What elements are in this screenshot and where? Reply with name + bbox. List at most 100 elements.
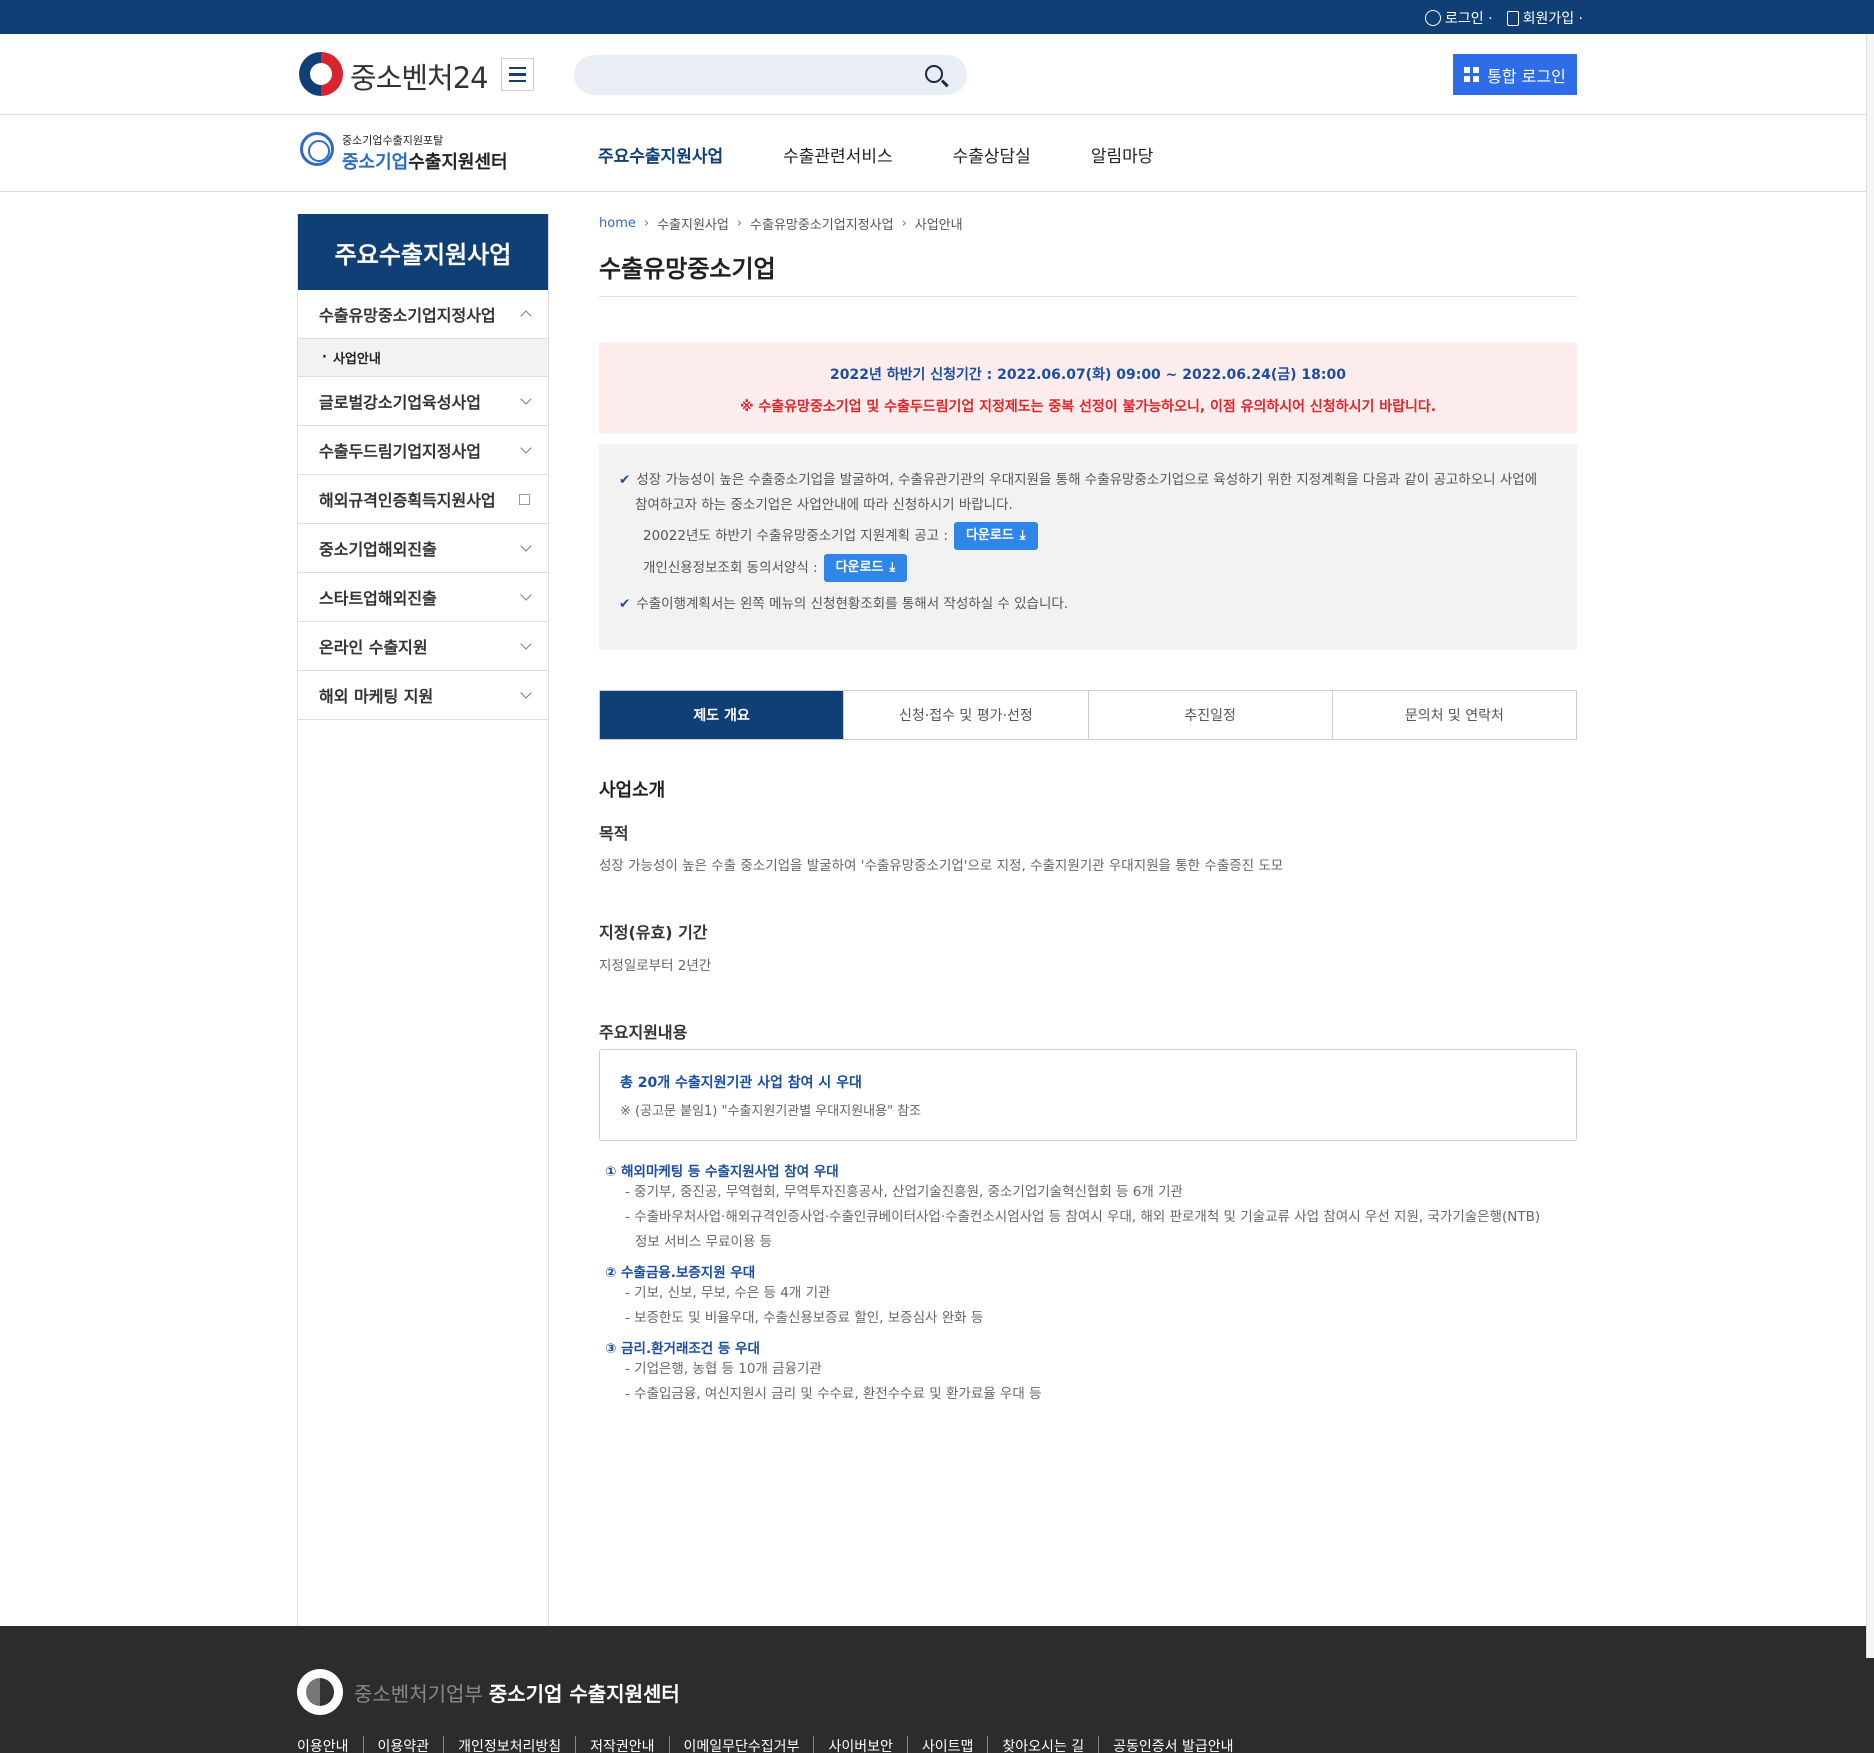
search-icon[interactable]	[925, 65, 943, 83]
footer-link[interactable]: 이메일무단수집거부	[670, 1736, 815, 1753]
center-logo-subtitle: 중소기업수출지원포탈	[342, 134, 444, 147]
support-item-line: - 수출바우처사업·해외규격인증사업·수출인큐베이터사업·수출컨소시엄사업 등 …	[625, 1209, 1541, 1225]
breadcrumb-item[interactable]: 수출지원사업	[657, 214, 729, 233]
center-logo[interactable]: 중소기업수출지원포탈 중소기업수출지원센터	[300, 132, 508, 174]
support-summary-box: 총 20개 수출지원기관 사업 참여 시 우대 ※ (공고문 붙임1) "수출지…	[599, 1049, 1577, 1141]
page-title: 수출유망중소기업	[599, 249, 1577, 297]
period-text: 지정일로부터 2년간	[599, 958, 712, 974]
check-icon: ✔	[619, 472, 631, 488]
sidebar-item-marketing[interactable]: 해외 마케팅 지원	[298, 671, 548, 720]
sidebar-item-export-promising[interactable]: 수출유망중소기업지정사업	[298, 290, 548, 339]
center-logo-title: 중소기업수출지원센터	[342, 152, 508, 173]
section-title-intro: 사업소개	[599, 780, 666, 801]
chevron-down-icon	[520, 540, 532, 552]
support-item-line: - 기업은행, 농협 등 10개 금융기관	[625, 1361, 822, 1377]
header: 중소벤처24 통합 로그인	[0, 34, 1874, 115]
gnb-item-consulting[interactable]: 수출상담실	[953, 142, 1031, 167]
download-icon: ⤓	[1019, 528, 1026, 543]
main-content: home › 수출지원사업 › 수출유망중소기업지정사업 › 사업안내 수출유망중소기…	[599, 214, 1577, 1402]
breadcrumb-item[interactable]: 수출유망중소기업지정사업	[750, 214, 894, 233]
support-item-title: ③ 금리.환거래조건 등 우대	[605, 1341, 760, 1357]
notice-period: 2022년 하반기 신청기간 : 2022.06.07(화) 09:00 ~ 2…	[830, 367, 1346, 383]
purpose-title: 목적	[599, 824, 629, 843]
gnb-item-main-support[interactable]: 주요수출지원사업	[598, 142, 723, 167]
chevron-down-icon	[520, 638, 532, 650]
top-utility-bar: 로그인 · 회원가입 ·	[0, 0, 1874, 34]
sidebar-item-certification[interactable]: 해외규격인증획득지원사업	[298, 475, 548, 524]
support-title: 주요지원내용	[599, 1023, 688, 1042]
support-items: ① 해외마케팅 등 수출지원사업 참여 우대 - 중기부, 중진공, 무역협회,…	[605, 1154, 1575, 1407]
footer: 중소벤처기업부 중소기업 수출지원센터 이용안내 이용약관 개인정보처리방침 저작…	[0, 1626, 1874, 1753]
grid-icon	[1464, 67, 1480, 82]
content-tabs: 제도 개요 신청·접수 및 평가·선정 추진일정 문의처 및 연락처	[599, 690, 1577, 740]
footer-link[interactable]: 이용안내	[297, 1736, 364, 1753]
search-box	[574, 55, 967, 95]
sidebar-item-global[interactable]: 글로벌강소기업육성사업	[298, 377, 548, 426]
sidebar-item-startup-overseas[interactable]: 스타트업해외진출	[298, 573, 548, 622]
sidebar-item-doodream[interactable]: 수출두드림기업지정사업	[298, 426, 548, 475]
support-summary-note: ※ (공고문 붙임1) "수출지원기관별 우대지원내용" 참조	[620, 1104, 922, 1119]
footer-link[interactable]: 저작권안내	[576, 1736, 670, 1753]
footer-link[interactable]: 사이트맵	[908, 1736, 989, 1753]
tab-overview[interactable]: 제도 개요	[600, 691, 845, 739]
tab-schedule[interactable]: 추진일정	[1089, 691, 1333, 739]
support-item-line: - 보증한도 및 비율우대, 수출신용보증료 할인, 보증심사 완화 등	[625, 1310, 984, 1326]
chevron-down-icon	[520, 687, 532, 699]
document-icon	[1506, 10, 1519, 26]
notice-warning: ※ 수출유망중소기업 및 수출두드림기업 지정제도는 중복 선정이 불가능하오니…	[739, 399, 1437, 415]
sidebar-item-online[interactable]: 온라인 수출지원	[298, 622, 548, 671]
breadcrumb: home › 수출지원사업 › 수출유망중소기업지정사업 › 사업안내	[599, 214, 963, 233]
download-button-consent[interactable]: 다운로드 ⤓	[823, 554, 908, 582]
page-scrollbar[interactable]	[1866, 34, 1874, 1658]
support-item-title: ② 수출금융.보증지원 우대	[605, 1265, 756, 1281]
footer-link[interactable]: 공동인증서 발급안내	[1099, 1736, 1247, 1753]
tab-contact[interactable]: 문의처 및 연락처	[1333, 691, 1576, 739]
taegeuk-logo-icon[interactable]	[299, 52, 343, 96]
footer-org: 중소벤처기업부 중소기업 수출지원센터	[354, 1682, 680, 1706]
user-icon	[1425, 10, 1442, 26]
support-summary-title: 총 20개 수출지원기관 사업 참여 시 우대	[620, 1075, 862, 1091]
utility-links: 로그인 · 회원가입 ·	[1425, 8, 1583, 28]
support-item-line: - 기보, 신보, 무보, 수은 등 4개 기관	[625, 1285, 831, 1301]
site-logo-text[interactable]: 중소벤처24	[350, 55, 489, 97]
hamburger-menu-button[interactable]	[501, 58, 534, 91]
gnb-item-services[interactable]: 수출관련서비스	[783, 142, 892, 167]
gnb-item-notices[interactable]: 알림마당	[1091, 142, 1154, 167]
tab-application[interactable]: 신청·접수 및 평가·선정	[844, 691, 1089, 739]
integrated-login-button[interactable]: 통합 로그인	[1453, 54, 1577, 95]
period-title: 지정(유효) 기간	[599, 923, 708, 942]
login-link[interactable]: 로그인 ·	[1425, 8, 1493, 28]
purpose-text: 성장 가능성이 높은 수출 중소기업을 발굴하여 '수출유망중소기업'으로 지정…	[599, 858, 1284, 874]
breadcrumb-home[interactable]: home	[599, 216, 636, 231]
support-item-title: ① 해외마케팅 등 수출지원사업 참여 우대	[605, 1164, 839, 1180]
external-link-icon	[519, 493, 530, 505]
footer-links: 이용안내 이용약관 개인정보처리방침 저작권안내 이메일무단수집거부 사이버보안…	[297, 1736, 1247, 1753]
footer-link[interactable]: 개인정보처리방침	[444, 1736, 577, 1753]
left-sidebar: 주요수출지원사업 수출유망중소기업지정사업 사업안내 글로벌강소기업육성사업 수…	[297, 214, 549, 1626]
download-icon: ⤓	[889, 560, 896, 575]
support-item-line: - 중기부, 중진공, 무역협회, 무역투자진흥공사, 산업기술진흥원, 중소기…	[625, 1184, 1183, 1200]
global-navigation: 중소기업수출지원포탈 중소기업수출지원센터 주요수출지원사업 수출관련서비스 수…	[0, 115, 1874, 192]
support-item-line: 정보 서비스 무료이용 등	[635, 1234, 773, 1250]
check-icon: ✔	[619, 596, 631, 612]
footer-link[interactable]: 사이버보안	[814, 1736, 908, 1753]
sidebar-title: 주요수출지원사업	[298, 214, 548, 290]
signup-link[interactable]: 회원가입 ·	[1506, 8, 1583, 28]
breadcrumb-current: 사업안내	[914, 218, 963, 233]
chevron-down-icon	[520, 442, 532, 454]
footer-link[interactable]: 찾아오시는 길	[988, 1736, 1100, 1753]
chevron-up-icon	[520, 310, 532, 322]
chevron-down-icon	[520, 589, 532, 601]
sidebar-item-sme-overseas[interactable]: 중소기업해외진출	[298, 524, 548, 573]
support-item-line: - 수출입금융, 여신지원시 금리 및 수수료, 환전수수료 및 환가료율 우대…	[625, 1386, 1042, 1402]
footer-link[interactable]: 이용약관	[364, 1736, 445, 1753]
info-box: ✔ 성장 가능성이 높은 수출중소기업을 발굴하여, 수출유관기관의 우대지원을 …	[599, 444, 1577, 650]
chevron-down-icon	[520, 393, 532, 405]
sidebar-subitem-guide[interactable]: 사업안내	[298, 339, 548, 377]
application-period-notice: 2022년 하반기 신청기간 : 2022.06.07(화) 09:00 ~ 2…	[599, 342, 1577, 434]
gnb-menu: 주요수출지원사업 수출관련서비스 수출상담실 알림마당	[598, 142, 1153, 167]
download-button-plan[interactable]: 다운로드 ⤓	[953, 522, 1038, 550]
globe-logo-icon	[300, 132, 334, 166]
footer-logo-icon	[297, 1669, 343, 1715]
search-input[interactable]	[594, 65, 914, 85]
